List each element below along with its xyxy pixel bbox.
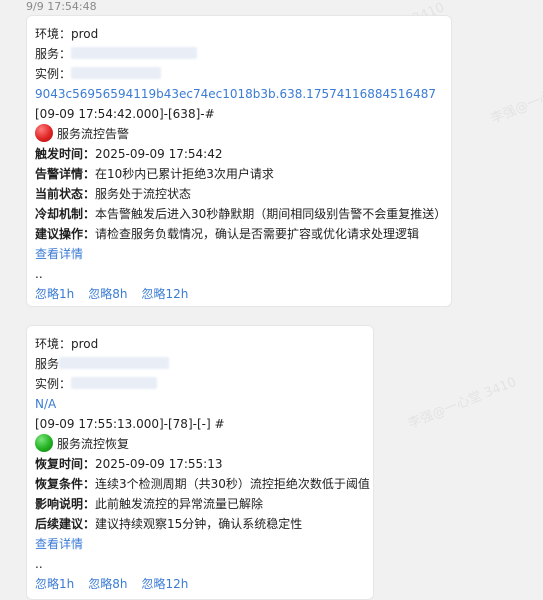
ignore-12h-link[interactable]: 忽略12h (142, 287, 189, 301)
row-value: 连续3个检测周期（共30秒）流控拒绝次数低于阈值 (95, 477, 370, 491)
row-label: 后续建议： (35, 517, 96, 531)
row-label: 冷却机制： (35, 207, 96, 221)
recovery-message-card: 环境：prod 服务 实例： N/A [09-09 17:55:13.000]-… (26, 325, 374, 600)
ignore-actions: 忽略1h 忽略8h 忽略12h (35, 284, 451, 304)
redacted-instance-name (71, 377, 158, 389)
row-label: 告警详情： (35, 167, 96, 181)
detail-row: 恢复条件：连续3个检测周期（共30秒）流控拒绝次数低于阈值 (35, 474, 373, 494)
green-circle-icon (35, 434, 53, 452)
detail-row: 影响说明：此前触发流控的异常流量已解除 (35, 494, 373, 514)
row-value: 在10秒内已累计拒绝3次用户请求 (95, 167, 274, 181)
row-label: 影响说明： (35, 497, 96, 511)
ellipsis: .. (35, 267, 43, 281)
ignore-8h-link[interactable]: 忽略8h (88, 287, 127, 301)
row-label: 恢复条件： (35, 477, 96, 491)
env-line: 环境：prod (35, 27, 99, 41)
watermark: 李强@一心堂 3410 (406, 374, 519, 432)
instance-id-link[interactable]: N/A (35, 394, 373, 414)
view-details-link[interactable]: 查看详情 (35, 534, 373, 554)
alert-title-text: 服务流控恢复 (57, 437, 130, 451)
row-value: 请检查服务负载情况，确认是否需要扩容或优化请求处理逻辑 (95, 227, 420, 241)
detail-row: 当前状态：服务处于流控状态 (35, 184, 451, 204)
row-label: 触发时间： (35, 147, 96, 161)
row-label: 恢复时间： (35, 457, 96, 471)
detail-row: 触发时间：2025-09-09 17:54:42 (35, 144, 451, 164)
row-label: 建议操作： (35, 227, 96, 241)
ellipsis: .. (35, 557, 43, 571)
service-line: 服务： (35, 44, 451, 64)
service-label: 服务 (35, 357, 60, 371)
instance-label: 实例： (35, 377, 72, 391)
alert-message-card: 环境：prod 服务： 实例： 9043c56956594119b43ec74e… (26, 15, 452, 307)
row-value: 此前触发流控的异常流量已解除 (95, 497, 264, 511)
instance-label: 实例： (35, 67, 72, 81)
row-label: 当前状态： (35, 187, 96, 201)
service-label: 服务： (35, 47, 72, 61)
redacted-instance-name (71, 67, 162, 79)
alert-title-text: 服务流控告警 (57, 127, 130, 141)
row-value: 建议持续观察15分钟，确认系统稳定性 (95, 517, 303, 531)
service-line: 服务 (35, 354, 373, 374)
detail-row: 后续建议：建议持续观察15分钟，确认系统稳定性 (35, 514, 373, 534)
row-value: 本告警触发后进入30秒静默期（期间相同级别告警不会重复推送） (95, 207, 447, 221)
detail-row: 恢复时间：2025-09-09 17:55:13 (35, 454, 373, 474)
redacted-service-name (59, 357, 170, 369)
detail-row: 建议操作：请检查服务负载情况，确认是否需要扩容或优化请求处理逻辑 (35, 224, 451, 244)
alert-header: [09-09 17:54:42.000]-[638]-# (35, 107, 215, 121)
red-circle-icon (35, 124, 53, 142)
instance-id-link[interactable]: 9043c56956594119b43ec74ec1018b3b.638.175… (35, 84, 451, 104)
detail-row: 冷却机制：本告警触发后进入30秒静默期（期间相同级别告警不会重复推送） (35, 204, 451, 224)
instance-line: 实例： (35, 64, 451, 84)
redacted-service-name (71, 47, 198, 59)
instance-line: 实例： (35, 374, 373, 394)
alert-header: [09-09 17:55:13.000]-[78]-[-] # (35, 417, 225, 431)
ignore-1h-link[interactable]: 忽略1h (35, 287, 74, 301)
message-timestamp: 9/9 17:54:48 (26, 0, 97, 13)
alert-title: 服务流控告警 (35, 124, 451, 144)
row-value: 2025-09-09 17:55:13 (95, 457, 223, 471)
row-value: 服务处于流控状态 (95, 187, 192, 201)
alert-title: 服务流控恢复 (35, 434, 373, 454)
env-line: 环境：prod (35, 337, 99, 351)
row-value: 2025-09-09 17:54:42 (95, 147, 223, 161)
detail-row: 告警详情：在10秒内已累计拒绝3次用户请求 (35, 164, 451, 184)
watermark: 李强@一心堂 (488, 83, 543, 127)
ignore-actions: 忽略1h 忽略8h 忽略12h (35, 574, 373, 594)
view-details-link[interactable]: 查看详情 (35, 244, 451, 264)
